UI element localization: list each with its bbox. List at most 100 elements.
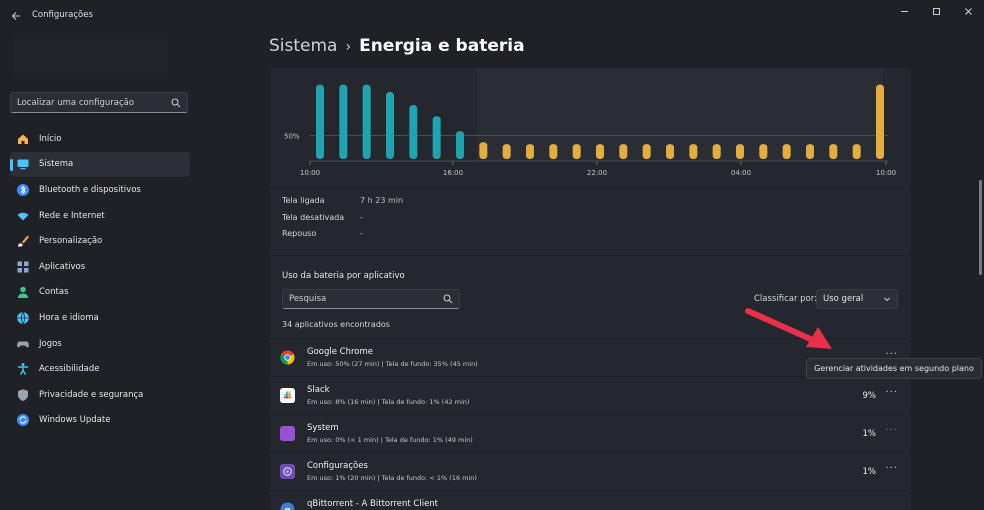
- chart-tick-label: 04:00: [731, 169, 751, 177]
- battery-level-chart: 50% 10:00 16:00 22:00 04:00 10:00: [270, 68, 910, 180]
- screen-stat-value: 7 h 23 min: [360, 196, 404, 205]
- chart-tick-label: 16:00: [443, 169, 463, 177]
- sidebar-item-label: Bluetooth e dispositivos: [39, 184, 141, 195]
- accessibility-icon: [16, 362, 30, 376]
- back-arrow-icon: [11, 12, 20, 20]
- more-options-button[interactable]: ···: [885, 425, 898, 436]
- chart-bar[interactable]: [549, 144, 558, 159]
- more-options-button[interactable]: ···: [885, 463, 898, 474]
- chart-bar[interactable]: [782, 144, 791, 159]
- sidebar: Localizar uma configuração Início Sistema…: [0, 32, 200, 510]
- back-button[interactable]: [6, 6, 26, 26]
- monitor-icon: [16, 157, 30, 171]
- app-row[interactable]: Configurações Em uso: 1% (20 min) | Tela …: [270, 452, 910, 489]
- settings-icon: [280, 464, 295, 479]
- app-search-input[interactable]: Pesquisa: [282, 289, 460, 309]
- breadcrumb-separator: ›: [345, 39, 352, 55]
- chart-bar[interactable]: [526, 144, 534, 159]
- brush-icon: [16, 234, 30, 248]
- chart-bar[interactable]: [736, 144, 744, 159]
- search-icon[interactable]: [171, 98, 181, 108]
- breadcrumb-root[interactable]: Sistema: [269, 36, 337, 56]
- chart-bar[interactable]: [502, 144, 511, 159]
- sidebar-item-apps[interactable]: Aplicativos: [10, 254, 190, 280]
- chart-bar[interactable]: [852, 144, 861, 159]
- chart-bar[interactable]: [759, 144, 768, 159]
- screen-stat-row: Tela desativada -: [282, 213, 363, 227]
- chart-bar[interactable]: [409, 105, 418, 159]
- sidebar-item-bluetooth[interactable]: Bluetooth e dispositivos: [10, 177, 190, 203]
- search-icon[interactable]: [443, 294, 453, 304]
- screen-stat-value: -: [360, 212, 363, 222]
- more-options-button[interactable]: ···: [885, 387, 898, 398]
- sidebar-item-label: Privacidade e segurança: [39, 389, 144, 400]
- title-bar: Configurações: [0, 0, 984, 32]
- chart-bar[interactable]: [572, 144, 581, 159]
- close-button[interactable]: [952, 0, 984, 22]
- divider: [270, 188, 910, 189]
- qbittorrent-icon: q: [280, 502, 295, 510]
- settings-search-input[interactable]: Localizar uma configuração: [10, 92, 188, 113]
- person-icon: [16, 285, 30, 299]
- sidebar-item-brush[interactable]: Personalização: [10, 228, 190, 254]
- bluetooth-icon: [16, 183, 30, 197]
- sidebar-item-accessibility[interactable]: Acessibilidade: [10, 356, 190, 382]
- chart-tick-label: 10:00: [300, 169, 320, 177]
- profile-block[interactable]: [14, 34, 168, 78]
- sidebar-item-monitor[interactable]: Sistema: [10, 151, 190, 178]
- sidebar-item-label: Início: [39, 133, 62, 144]
- globe-icon: [16, 311, 30, 325]
- tooltip: Gerenciar atividades em segundo plano: [806, 358, 982, 379]
- apps-found-count: 34 aplicativos encontrados: [282, 320, 390, 329]
- app-row[interactable]: Slack Em uso: 8% (16 min) | Tela de fundo…: [270, 376, 910, 413]
- chart-gridline-label: 50%: [284, 133, 300, 141]
- sidebar-item-update[interactable]: Windows Update: [10, 408, 190, 434]
- app-battery-percent: 1%: [862, 429, 877, 439]
- sort-select[interactable]: Uso geral: [816, 289, 898, 309]
- sidebar-nav: Início Sistema Bluetooth e dispositivos Red…: [10, 126, 190, 433]
- minimize-button[interactable]: [888, 0, 920, 22]
- chart-bar[interactable]: [806, 144, 814, 159]
- app-row[interactable]: q qBittorrent - A Bittorrent Client: [270, 490, 910, 510]
- chart-bar[interactable]: [619, 144, 628, 159]
- sort-label: Classificar por:: [754, 294, 817, 304]
- sidebar-item-shield[interactable]: Privacidade e segurança: [10, 382, 190, 408]
- sidebar-item-gamepad[interactable]: Jogos: [10, 331, 190, 357]
- app-title: Configurações: [32, 10, 93, 20]
- app-row[interactable]: System Em uso: 0% (< 1 min) | Tela de fun…: [270, 414, 910, 451]
- chart-bar[interactable]: [596, 144, 604, 159]
- gamepad-icon: [16, 337, 30, 351]
- main-panel: 50% 10:00 16:00 22:00 04:00 10:00 Tela ligada…: [270, 68, 910, 510]
- screen-stat-label: Tela ligada: [282, 196, 325, 205]
- chart-bar[interactable]: [642, 144, 651, 159]
- chart-tick-label: 10:00: [876, 169, 896, 177]
- close-icon: [964, 7, 972, 15]
- chart-bar[interactable]: [712, 144, 721, 159]
- chart-bar[interactable]: [479, 142, 488, 159]
- update-icon: [16, 413, 30, 427]
- maximize-button[interactable]: [920, 0, 952, 22]
- sidebar-item-globe[interactable]: Hora e idioma: [10, 305, 190, 331]
- chart-bar[interactable]: [386, 92, 394, 159]
- chart-bar[interactable]: [666, 144, 674, 159]
- chart-bar[interactable]: [876, 84, 884, 159]
- sidebar-item-person[interactable]: Contas: [10, 280, 190, 306]
- chart-bar[interactable]: [689, 144, 698, 159]
- sidebar-item-home[interactable]: Início: [10, 126, 190, 152]
- scrollbar-thumb[interactable]: [979, 180, 982, 275]
- sort-select-value: Uso geral: [823, 294, 864, 304]
- chart-bar[interactable]: [432, 116, 441, 159]
- battery-chart-svg: 50% 10:00 16:00 22:00 04:00 10:00: [284, 68, 896, 177]
- chart-bar[interactable]: [339, 84, 348, 159]
- sidebar-item-label: Sistema: [39, 159, 74, 170]
- chart-bar[interactable]: [316, 84, 324, 159]
- chart-bar[interactable]: [829, 144, 838, 159]
- system-icon: [280, 426, 295, 441]
- chart-bar[interactable]: [362, 84, 371, 159]
- chart-bar[interactable]: [456, 131, 464, 159]
- sidebar-item-wifi[interactable]: Rede e Internet: [10, 203, 190, 229]
- app-battery-percent: 1%: [862, 467, 877, 477]
- chart-highlight-region: [477, 68, 883, 161]
- home-icon: [16, 132, 30, 146]
- screen-stat-row: Repouso -: [282, 229, 363, 243]
